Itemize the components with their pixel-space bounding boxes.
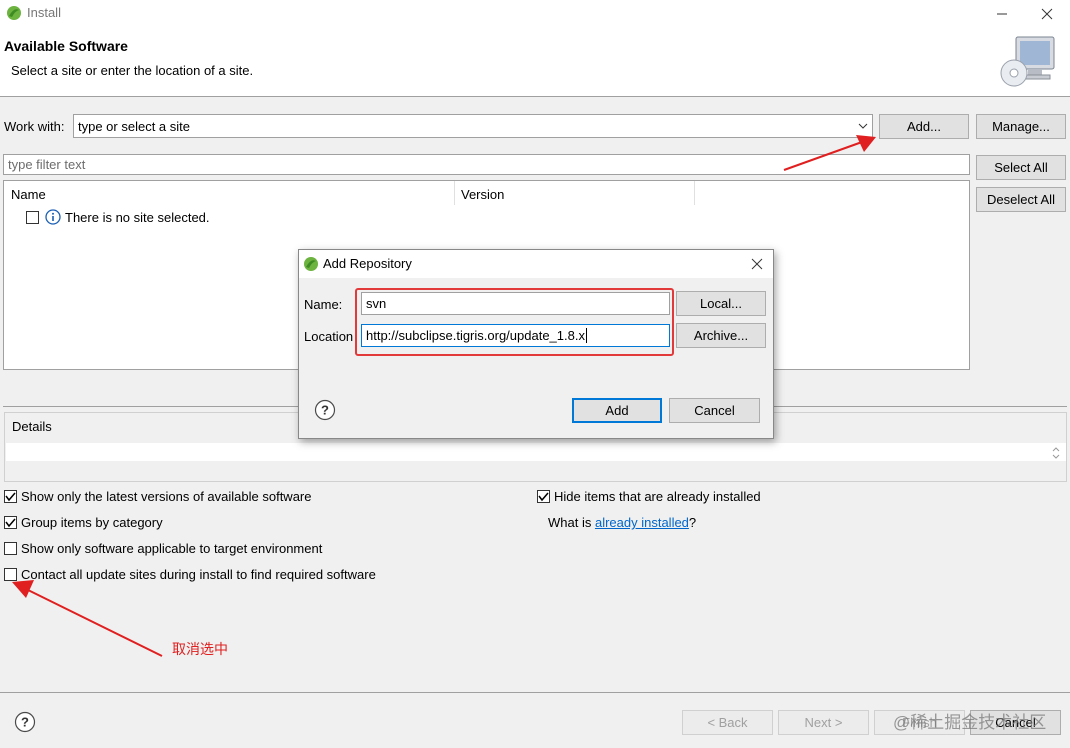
select-all-button[interactable]: Select All — [976, 155, 1066, 180]
location-label: Location — [304, 329, 354, 344]
row-label: There is no site selected. — [65, 209, 210, 225]
option-label: Group items by category — [21, 515, 163, 530]
window-title-bar: Install — [0, 0, 1070, 27]
column-name[interactable]: Name — [11, 187, 46, 202]
footer-divider — [0, 692, 1070, 693]
help-icon[interactable]: ? — [314, 399, 336, 421]
repo-location-input[interactable]: http://subclipse.tigris.org/update_1.8.x — [361, 324, 670, 347]
page-subtitle: Select a site or enter the location of a… — [11, 63, 254, 78]
manage-sites-button[interactable]: Manage... — [976, 114, 1066, 139]
svg-text:?: ? — [321, 403, 329, 418]
option-label: Show only software applicable to target … — [21, 541, 323, 556]
dialog-title: Add Repository — [323, 256, 412, 271]
annotation-text: 取消选中 — [172, 641, 228, 657]
column-divider — [694, 181, 695, 205]
info-icon — [45, 209, 61, 225]
details-label: Details — [12, 419, 52, 434]
eclipse-leaf-icon — [304, 257, 318, 271]
work-with-label: Work with: — [4, 119, 65, 134]
name-label: Name: — [304, 297, 343, 312]
details-text[interactable] — [6, 443, 1066, 461]
option-label: Show only the latest versions of availab… — [21, 489, 312, 504]
local-button[interactable]: Local... — [676, 291, 766, 316]
option-label: Hide items that are already installed — [554, 489, 761, 504]
repo-location-value: http://subclipse.tigris.org/update_1.8.x — [366, 328, 585, 343]
chevron-down-icon[interactable] — [858, 123, 868, 130]
filter-placeholder: type filter text — [8, 157, 86, 172]
work-with-combo[interactable]: type or select a site — [73, 114, 873, 138]
window-title: Install — [27, 5, 61, 20]
repo-name-input[interactable]: svn — [361, 292, 670, 315]
watermark: @稀土掘金技术社区 — [893, 713, 1047, 732]
svg-text:?: ? — [21, 715, 29, 730]
checkbox-checked[interactable] — [4, 490, 17, 503]
maximize-button[interactable] — [980, 0, 1026, 27]
already-installed-link[interactable]: already installed — [595, 515, 689, 530]
eclipse-leaf-icon — [7, 6, 21, 20]
option-target-environment[interactable]: Show only software applicable to target … — [4, 541, 322, 556]
table-row: There is no site selected. — [26, 209, 210, 225]
column-version[interactable]: Version — [461, 187, 504, 202]
dialog-title-bar: Add Repository — [299, 250, 773, 278]
checkbox-checked[interactable] — [537, 490, 550, 503]
option-contact-update-sites[interactable]: Contact all update sites during install … — [4, 567, 376, 582]
add-repository-dialog: Add Repository Name: Location svn http:/… — [298, 249, 774, 439]
option-label: Contact all update sites during install … — [21, 567, 376, 582]
dialog-add-button[interactable]: Add — [572, 398, 662, 423]
option-hide-installed[interactable]: Hide items that are already installed — [537, 489, 761, 504]
checkbox-checked[interactable] — [4, 516, 17, 529]
repo-name-value: svn — [366, 296, 387, 311]
checkmark-icon — [5, 518, 16, 528]
deselect-all-button[interactable]: Deselect All — [976, 187, 1066, 212]
archive-button[interactable]: Archive... — [676, 323, 766, 348]
option-latest-versions[interactable]: Show only the latest versions of availab… — [4, 489, 312, 504]
dialog-cancel-button[interactable]: Cancel — [669, 398, 760, 423]
work-with-placeholder: type or select a site — [78, 118, 190, 134]
close-icon[interactable] — [751, 258, 763, 270]
checkmark-icon — [5, 492, 16, 502]
option-group-by-category[interactable]: Group items by category — [4, 515, 163, 530]
arrow-head-icon — [12, 580, 34, 598]
what-is-suffix: ? — [688, 515, 697, 530]
checkbox-unchecked[interactable] — [4, 542, 17, 555]
checkmark-icon — [538, 492, 549, 502]
help-icon[interactable]: ? — [14, 711, 36, 733]
column-divider — [454, 181, 455, 205]
page-title: Available Software — [4, 38, 128, 54]
header-banner: Available Software Select a site or ente… — [0, 27, 1070, 97]
table-header: Name Version — [4, 181, 969, 205]
what-is-installed: What is already installed? — [548, 515, 696, 530]
scroll-arrows-icon[interactable] — [1052, 446, 1060, 460]
install-computer-icon — [1000, 36, 1055, 87]
what-is-prefix: What is — [548, 515, 595, 530]
close-window-button[interactable] — [1024, 0, 1070, 27]
next-button[interactable]: Next > — [778, 710, 869, 735]
filter-input[interactable]: type filter text — [3, 154, 970, 175]
text-cursor — [585, 328, 587, 343]
close-icon — [1041, 8, 1053, 19]
checkbox-unchecked[interactable] — [4, 568, 17, 581]
back-button[interactable]: < Back — [682, 710, 773, 735]
row-checkbox[interactable] — [26, 210, 39, 224]
add-site-button[interactable]: Add... — [879, 114, 969, 139]
